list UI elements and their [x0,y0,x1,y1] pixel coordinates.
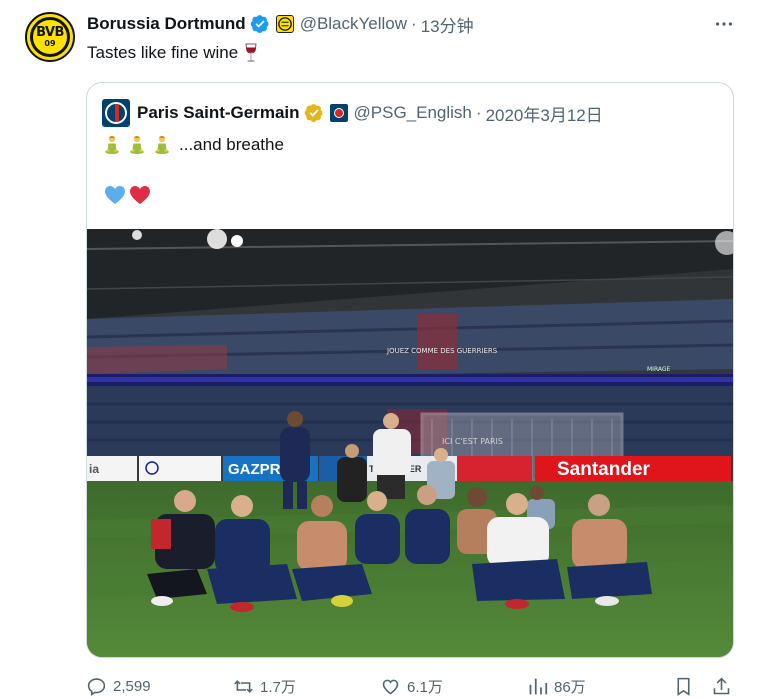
views-count: 86万 [554,678,586,696]
tweet-text: Tastes like fine wine [87,43,258,63]
quoted-tweet[interactable]: Paris Saint-Germain @PSG_English · 2020年… [86,82,734,658]
bvb-logo-year: 09 [44,39,56,48]
reply-icon [87,677,106,696]
tweet-time[interactable]: 13分钟 [421,12,474,37]
red-heart-icon [130,186,150,204]
hearts-row [104,184,154,206]
svg-text:Santander: Santander [557,459,651,480]
gold-verified-badge-icon[interactable] [304,103,324,123]
quoted-author-handle[interactable]: @PSG_English [354,103,472,123]
share-icon [713,677,730,694]
views-icon [529,678,548,694]
quoted-tweet-body: ...and breathe [179,135,284,154]
svg-text:MIRAGE: MIRAGE [647,366,671,373]
team-photo[interactable]: JOUEZ COMME DES GUERRIERS MIRAGE ICI C'E… [87,229,733,657]
quoted-separator-dot: · [475,103,482,122]
views-button[interactable]: 86万 [527,672,586,699]
quoted-tweet-header: Paris Saint-Germain @PSG_English · 2020年… [102,99,603,127]
psg-affiliate-badge-icon[interactable] [329,104,348,122]
quoted-tweet-date[interactable]: 2020年3月12日 [486,101,603,126]
verified-badge-icon[interactable] [250,14,270,34]
like-count: 6.1万 [407,678,443,696]
tweet-body: Tastes like fine wine [87,43,239,62]
svg-text:ICI C'EST PARIS: ICI C'EST PARIS [442,437,503,446]
tweet-actions: 2,599 1.7万 6.1万 86万 [0,672,758,699]
reply-count: 2,599 [113,677,151,695]
lotus-position-icon [105,135,119,154]
svg-text:JOUEZ COMME DES GUERRIERS: JOUEZ COMME DES GUERRIERS [386,347,498,355]
reply-button[interactable]: 2,599 [86,672,151,699]
lotus-position-icon [155,135,169,154]
wine-glass-icon [244,43,258,63]
stadium-photo: JOUEZ COMME DES GUERRIERS MIRAGE ICI C'E… [87,229,733,657]
quoted-tweet-text: ...and breathe [104,133,284,157]
retweet-icon [234,679,253,693]
tweet-header: Borussia Dortmund @BlackYellow · 13分钟 [87,12,474,37]
lotus-position-icon [130,135,144,154]
affiliate-badge-icon[interactable] [275,15,294,33]
retweet-button[interactable]: 1.7万 [233,672,296,699]
author-name[interactable]: Borussia Dortmund [87,14,246,34]
retweet-count: 1.7万 [260,678,296,696]
blue-heart-icon [105,186,125,204]
bvb-logo-text: BVB [36,25,64,40]
psg-avatar[interactable] [102,99,130,127]
svg-text:ia: ia [89,462,99,476]
heart-icon [382,679,399,694]
bvb-logo: BVB 09 [30,17,70,57]
bvb-avatar[interactable]: BVB 09 [25,12,75,62]
share-button[interactable] [711,672,738,699]
quoted-author-name[interactable]: Paris Saint-Germain [137,103,300,123]
bookmark-icon [677,677,690,696]
separator-dot: · [411,14,417,33]
like-button[interactable]: 6.1万 [380,672,443,699]
author-handle[interactable]: @BlackYellow [300,14,407,34]
more-icon[interactable] [712,13,736,35]
bookmark-button[interactable] [673,672,700,699]
